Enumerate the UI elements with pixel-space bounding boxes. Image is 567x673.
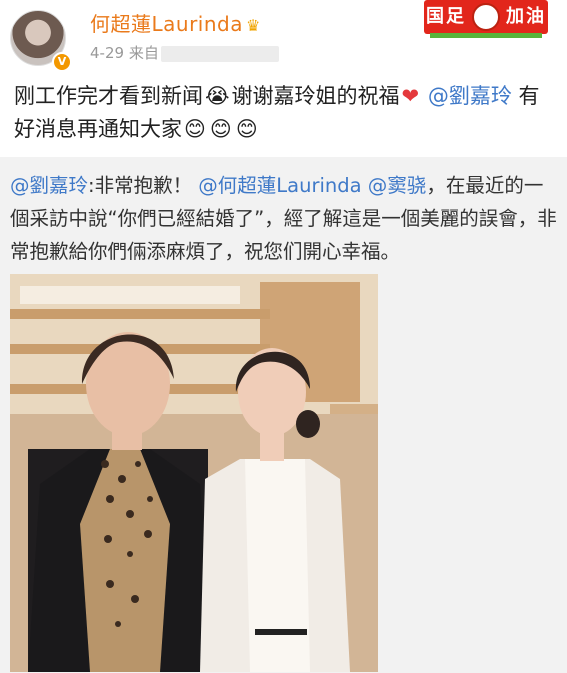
logo-stripe bbox=[430, 33, 542, 38]
source-prefix: 来自 bbox=[128, 44, 159, 62]
repost-author-mention[interactable]: @劉嘉玲 bbox=[10, 174, 88, 197]
heart-icon: ❤ bbox=[401, 84, 420, 108]
crown-icon: ♛ bbox=[245, 16, 261, 35]
post-text-1: 刚工作完才看到新闻 bbox=[14, 84, 203, 108]
mention-douxiao[interactable]: @窦骁 bbox=[368, 174, 427, 197]
post-time: 4-29 bbox=[90, 44, 125, 62]
post-body: 刚工作完才看到新闻😭谢谢嘉玲姐的祝福❤ @劉嘉玲 有好消息再通知大家😊 😊 😊 bbox=[14, 80, 559, 146]
repost-text-a: :非常抱歉！ bbox=[88, 174, 193, 197]
smile-emoji: 😊 bbox=[235, 117, 258, 141]
post-text-2: 谢谢嘉玲姐的祝福 bbox=[231, 84, 400, 108]
logo-text-right: 加油 bbox=[506, 6, 546, 27]
mention-link[interactable]: @劉嘉玲 bbox=[428, 84, 512, 108]
mention-laurinda[interactable]: @何超蓮Laurinda bbox=[198, 174, 361, 197]
smile-emoji: 😊 bbox=[209, 117, 232, 141]
post-meta: 4-29 来自 bbox=[90, 42, 279, 63]
repost-text: @劉嘉玲:非常抱歉！ @何超蓮Laurinda @窦骁，在最近的一個采訪中說“你… bbox=[10, 169, 558, 268]
logo-text-left: 国足 bbox=[426, 6, 466, 27]
photo-illustration bbox=[10, 274, 378, 672]
smile-emoji: 😊 bbox=[184, 117, 206, 141]
football-icon bbox=[472, 3, 500, 31]
sob-laugh-emoji: 😭 bbox=[205, 84, 230, 108]
username-text[interactable]: 何超蓮Laurinda bbox=[90, 12, 243, 36]
source-blur bbox=[160, 45, 279, 62]
repost-card[interactable]: @劉嘉玲:非常抱歉！ @何超蓮Laurinda @窦骁，在最近的一個采訪中說“你… bbox=[0, 157, 567, 673]
verified-badge: V bbox=[52, 52, 72, 72]
team-logo: 国足 加油 bbox=[424, 0, 548, 34]
username[interactable]: 何超蓮Laurinda ♛ bbox=[90, 8, 261, 37]
repost-photo[interactable] bbox=[10, 274, 378, 672]
post-header: V 何超蓮Laurinda ♛ 4-29 来自 国足 加油 bbox=[0, 0, 567, 72]
